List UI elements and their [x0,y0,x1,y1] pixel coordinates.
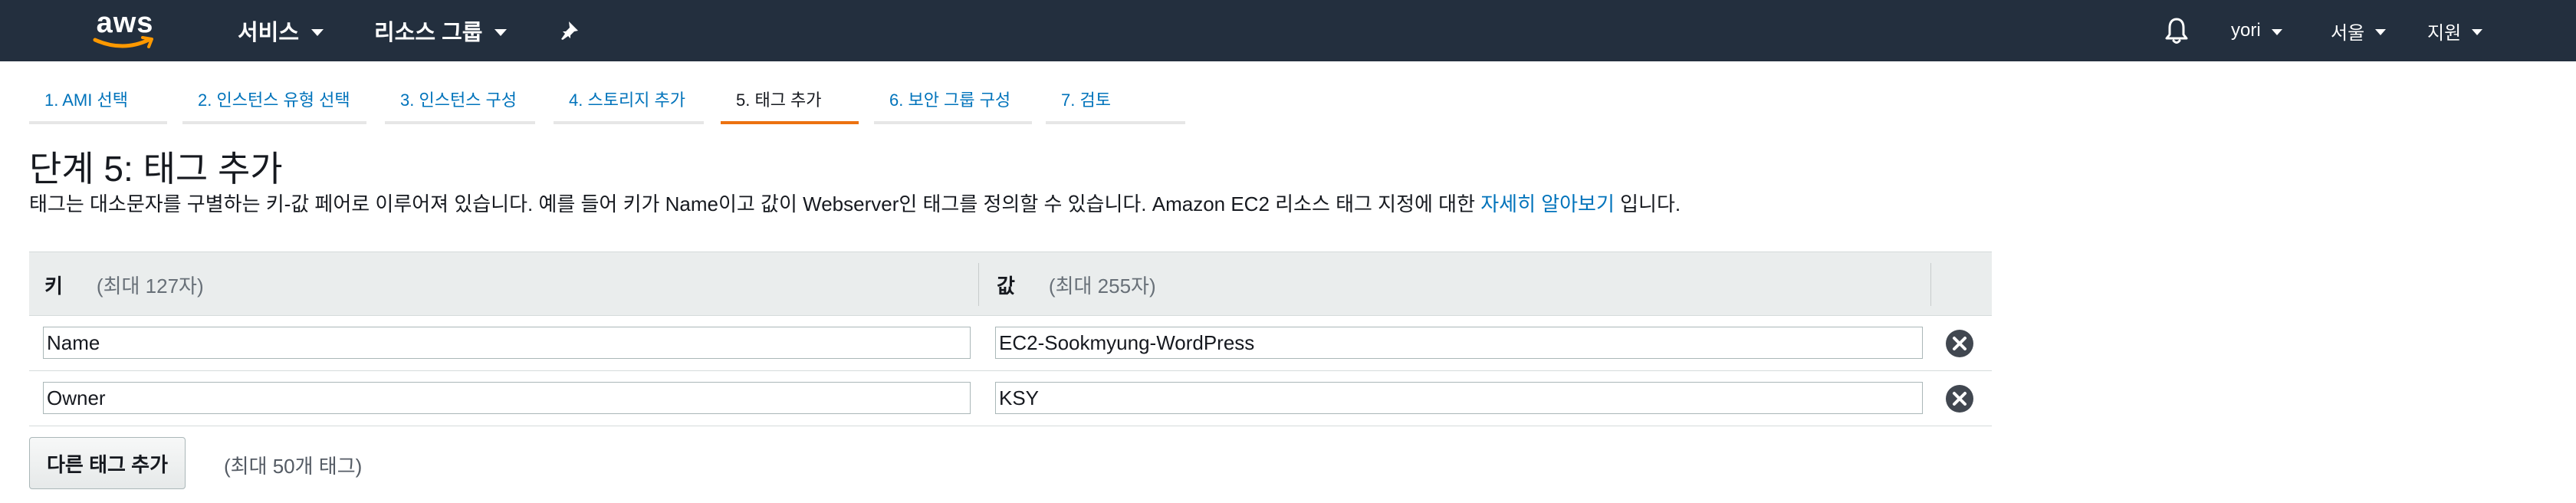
tag-key-input[interactable] [43,382,971,414]
bell-icon [2165,18,2188,44]
max-tags-hint: (최대 50개 태그) [224,455,363,478]
step-instance-type[interactable]: 2. 인스턴스 유형 선택 [182,84,366,124]
value-header-hint: (최대 255자) [1048,274,1156,298]
resource-groups-menu[interactable]: 리소스 그룹 [374,0,508,61]
remove-tag-button[interactable] [1946,385,1973,413]
page-title: 단계 5: 태그 추가 [29,149,283,189]
user-menu[interactable]: yori [2231,0,2282,61]
column-divider [1930,263,1931,306]
add-tag-button[interactable]: 다른 태그 추가 [29,437,186,489]
page-description: 태그는 대소문자를 구별하는 키-값 페어로 이루어져 있습니다. 예를 들어 … [29,189,1681,217]
aws-smile-icon [93,36,153,48]
key-column-header: 키 (최대 127자) [44,252,204,317]
aws-logo-text: aws [96,7,154,39]
resource-groups-label: 리소스 그룹 [374,21,483,45]
step-instance-config[interactable]: 3. 인스턴스 구성 [385,84,535,124]
services-menu[interactable]: 서비스 [238,0,324,61]
support-label: 지원 [2427,22,2462,44]
key-header-label: 키 [44,274,63,298]
notifications-button[interactable] [2164,0,2190,61]
step-add-storage[interactable]: 4. 스토리지 추가 [554,84,704,124]
value-header-label: 값 [997,274,1015,298]
chevron-down-icon [2375,28,2387,35]
value-column-header: 값 (최대 255자) [997,252,1156,317]
close-icon [1953,337,1967,350]
user-label: yori [2231,20,2261,41]
tag-table-header: 키 (최대 127자) 값 (최대 255자) [29,252,1992,316]
step-security-group[interactable]: 6. 보안 그룹 구성 [874,84,1032,124]
tag-key-input[interactable] [43,327,971,359]
top-navigation-bar: aws 서비스 리소스 그룹 yori 서울 지원 [0,0,2576,61]
services-label: 서비스 [238,21,300,45]
key-header-hint: (최대 127자) [96,274,204,298]
pin-icon [561,21,578,40]
learn-more-link[interactable]: 자세히 알아보기 [1480,192,1615,215]
step-review[interactable]: 7. 검토 [1046,84,1185,124]
aws-logo[interactable]: aws [92,8,158,52]
step-add-tags[interactable]: 5. 태그 추가 [721,84,859,124]
description-suffix: 입니다. [1620,192,1681,215]
column-divider [978,263,979,306]
tag-value-input[interactable] [995,382,1923,414]
chevron-down-icon [311,28,324,36]
step-ami-select[interactable]: 1. AMI 선택 [29,84,167,124]
pin-button[interactable] [558,0,581,61]
chevron-down-icon [495,28,508,36]
close-icon [1953,392,1967,406]
region-label: 서울 [2331,22,2365,44]
tag-value-input[interactable] [995,327,1923,359]
region-menu[interactable]: 서울 [2331,0,2387,61]
remove-tag-button[interactable] [1946,330,1973,357]
chevron-down-icon [2271,28,2282,35]
chevron-down-icon [2472,28,2483,35]
tag-row [29,316,1992,371]
support-menu[interactable]: 지원 [2427,0,2483,61]
tag-row [29,371,1992,426]
description-text: 태그는 대소문자를 구별하는 키-값 페어로 이루어져 있습니다. 예를 들어 … [29,192,1481,215]
